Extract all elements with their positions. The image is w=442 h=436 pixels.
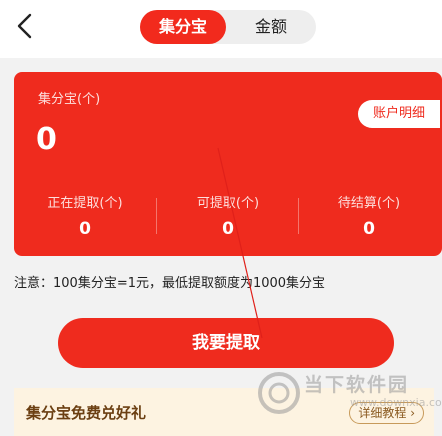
stat-value: 0 [79,219,91,239]
tutorial-button[interactable]: 详细教程 › [349,402,424,424]
stat-value: 0 [222,219,234,239]
notice-text: 注意：100集分宝=1元，最低提取额度为1000集分宝 [14,276,326,291]
stat-pending: 待结算(个) 0 [298,192,440,239]
stat-value: 0 [363,219,375,239]
tab-jifenbao[interactable]: 集分宝 [140,10,226,44]
balance-label: 集分宝(个) [38,92,101,107]
stat-label: 待结算(个) [337,196,401,211]
balance-value: 0 [36,122,57,157]
stat-withdrawable: 可提取(个) 0 [157,192,299,239]
stat-label: 正在提取(个) [47,196,123,211]
gift-banner[interactable]: 集分宝免费兑好礼 详细教程 › [14,388,434,436]
top-bar: 集分宝 金额 [0,0,442,58]
account-detail-button[interactable]: 账户明细 [358,100,440,128]
banner-title: 集分宝免费兑好礼 [26,404,147,422]
stat-withdrawing: 正在提取(个) 0 [14,192,156,239]
withdraw-button[interactable]: 我要提取 [58,318,394,368]
segmented-tabs: 集分宝 金额 [140,10,316,44]
tab-amount[interactable]: 金额 [226,10,316,44]
balance-card: 集分宝(个) 0 账户明细 正在提取(个) 0 可提取(个) 0 待结算(个) … [14,72,442,256]
stat-label: 可提取(个) [196,196,260,211]
chevron-left-icon[interactable] [14,13,36,39]
